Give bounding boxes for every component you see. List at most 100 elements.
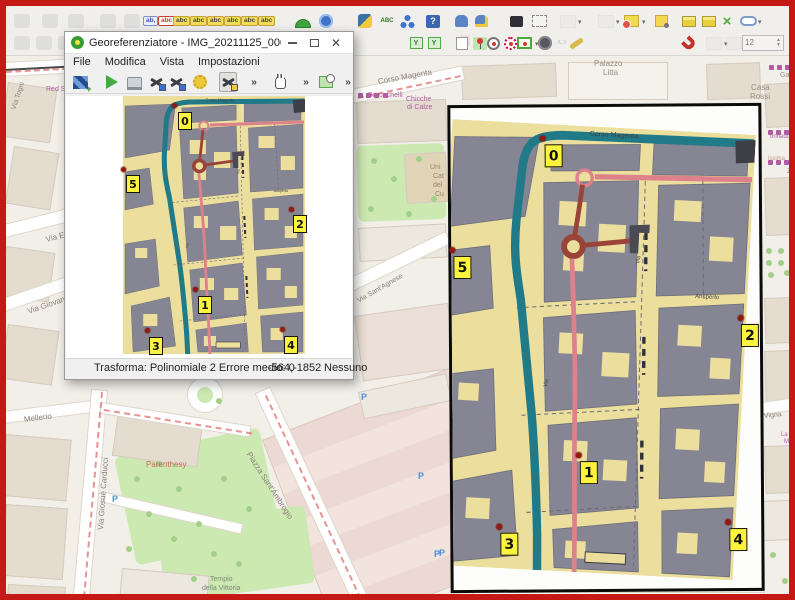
new-3d-view-button[interactable]	[702, 13, 716, 29]
gcp-dot-3[interactable]	[496, 524, 502, 530]
scale-spinbox-field[interactable]: 12▲▼	[742, 35, 784, 51]
maximize-button[interactable]	[303, 35, 325, 51]
gcp-dot-4[interactable]	[725, 519, 731, 525]
move-xy-button[interactable]: X,Y	[555, 35, 569, 51]
zoom-native-button[interactable]	[503, 35, 517, 51]
overflow-zoom-button[interactable]: »	[339, 72, 357, 92]
layer-ghost-button-1[interactable]	[560, 13, 576, 29]
zoom-in-red-button[interactable]	[486, 35, 500, 51]
undo-button[interactable]	[42, 13, 58, 29]
add-point-button[interactable]	[219, 72, 237, 92]
menu-item-vista[interactable]: Vista	[160, 56, 184, 68]
spin-down-icon[interactable]: ▼	[776, 43, 781, 48]
select-region-button[interactable]	[532, 13, 547, 29]
gcp-label-2[interactable]: 2	[293, 215, 307, 233]
label-button-4[interactable]: abc	[224, 13, 241, 29]
processing-toolbox-button[interactable]: ×	[720, 13, 734, 29]
gcp-label-1[interactable]: 1	[198, 296, 212, 314]
gcp-label-3[interactable]: 3	[149, 337, 163, 355]
set-extent-button[interactable]	[517, 35, 532, 51]
close-button[interactable]: ✕	[325, 35, 347, 51]
gcp-label-1[interactable]: 1	[580, 461, 598, 484]
start-georeferencing-button[interactable]	[103, 72, 121, 92]
touch-zoom-button[interactable]	[474, 13, 488, 29]
copy-features-button[interactable]	[455, 35, 469, 51]
dropdown-arrow-icon[interactable]: ▾	[616, 18, 620, 26]
new-layer-button[interactable]	[624, 13, 639, 29]
overflow-view-button[interactable]: »	[297, 72, 315, 92]
new-project-button[interactable]	[14, 13, 30, 29]
gcp-label-0[interactable]: 0	[178, 112, 192, 130]
label-button-5[interactable]: abc	[241, 13, 258, 29]
label-button-2[interactable]: abc	[190, 13, 207, 29]
new-map-view-button[interactable]	[509, 13, 523, 29]
gcp-dot-3[interactable]	[145, 328, 150, 333]
vertex-tool-button[interactable]	[706, 35, 722, 51]
open-raster-button[interactable]	[71, 72, 89, 92]
web-button[interactable]	[319, 13, 333, 29]
gcp-label-4[interactable]: 4	[729, 528, 747, 551]
load-gcp-points-button[interactable]	[147, 72, 165, 92]
new-3d-map-button[interactable]	[682, 13, 696, 29]
web-map-button[interactable]	[538, 35, 552, 51]
edit-tool-button-1[interactable]	[14, 35, 30, 51]
map-label: Cu	[435, 191, 444, 198]
gcp-label-5[interactable]: 5	[126, 175, 140, 193]
python-console-button[interactable]	[358, 13, 372, 29]
gcp-dot-0[interactable]	[172, 103, 177, 108]
layer-ghost-button-2[interactable]	[598, 13, 614, 29]
menu-item-file[interactable]: File	[73, 56, 91, 68]
menu-item-impostazioni[interactable]: Impostazioni	[198, 56, 260, 68]
save-gcp-points-button[interactable]	[167, 72, 185, 92]
gcp-label-5[interactable]: 5	[453, 256, 471, 279]
metasearch-button[interactable]	[295, 13, 311, 29]
gcp-dot-5[interactable]	[121, 167, 126, 172]
dropdown-arrow-icon[interactable]: ▾	[578, 18, 582, 26]
spellcheck-button[interactable]: ABC	[380, 13, 394, 29]
gcp-dot-2[interactable]	[738, 315, 744, 321]
dropdown-arrow-icon[interactable]: ▾	[758, 18, 762, 26]
gcp-dot-1[interactable]	[576, 452, 582, 458]
gcp-dot-0[interactable]	[540, 135, 546, 141]
spin-arrows-icon[interactable]: ▲▼	[776, 38, 781, 48]
zoom-to-layer-button[interactable]	[317, 72, 335, 92]
label-button-1[interactable]: abc	[173, 13, 190, 29]
transformation-settings-button[interactable]	[191, 72, 209, 92]
minimize-button[interactable]	[281, 35, 303, 51]
label-button-3[interactable]: abc	[207, 13, 224, 29]
building	[762, 500, 795, 541]
gcp-dot-1[interactable]	[193, 287, 198, 292]
titlebar[interactable]: Georeferenziatore - IMG_20211125_0002.jp…	[65, 32, 353, 54]
gcp-label-0[interactable]: 0	[545, 144, 563, 167]
georeferencer-canvas[interactable]: 0 5 2 1 3 4	[66, 96, 352, 359]
gcp-label-4[interactable]: 4	[284, 336, 298, 354]
gcp-dot-4[interactable]	[280, 327, 285, 332]
layout-manager-button[interactable]	[124, 13, 140, 29]
menu-item-modifica[interactable]: Modifica	[105, 56, 146, 68]
gcp-dot-2[interactable]	[289, 207, 294, 212]
dropdown-arrow-icon[interactable]: ▾	[642, 18, 646, 26]
style-manager-button[interactable]	[100, 13, 116, 29]
label-blue-button[interactable]: ab,	[143, 13, 158, 29]
gcp-label-3[interactable]: 3	[500, 533, 518, 556]
tracing-button[interactable]	[726, 35, 742, 51]
topology-button[interactable]	[400, 13, 415, 29]
help-button[interactable]: ?	[426, 13, 440, 29]
digitize-button-2[interactable]: Y	[427, 35, 441, 51]
edit-tool-button-2[interactable]	[36, 35, 52, 51]
gcp-dot-5[interactable]	[449, 247, 455, 253]
label-button-6[interactable]: abc	[258, 13, 275, 29]
touch-pan-button[interactable]	[454, 13, 468, 29]
pin-labels-button[interactable]	[473, 35, 487, 51]
generate-gdal-script-button[interactable]	[125, 72, 143, 92]
snapping-magnet-button[interactable]	[682, 35, 696, 51]
options-wrench-button[interactable]	[569, 35, 584, 51]
new-temp-layer-button[interactable]	[654, 13, 668, 29]
gcp-label-2[interactable]: 2	[741, 324, 759, 347]
cloud-button[interactable]	[740, 13, 757, 29]
overflow-edit-button[interactable]: »	[245, 72, 263, 92]
digitize-button-1[interactable]: Y	[409, 35, 423, 51]
scale-spinbox[interactable]: 12▲▼	[742, 35, 784, 51]
redo-button[interactable]	[68, 13, 84, 29]
pan-tool-button[interactable]	[271, 72, 289, 92]
